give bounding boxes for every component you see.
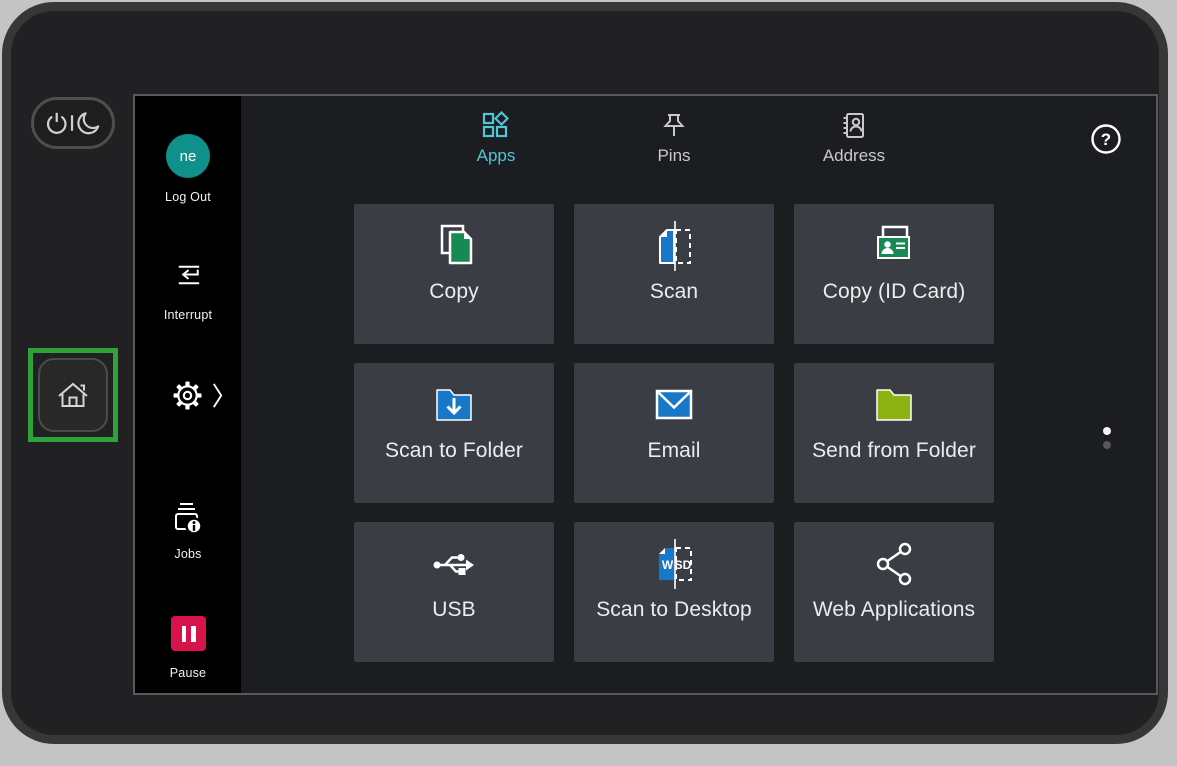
- usb-icon: [428, 538, 480, 590]
- app-tile-web-applications[interactable]: Web Applications: [794, 522, 994, 662]
- page-indicator-dot-inactive[interactable]: [1103, 441, 1111, 449]
- jobs-icon: [168, 498, 205, 535]
- envelope-icon: [648, 379, 700, 431]
- logout-label[interactable]: Log Out: [135, 190, 241, 204]
- main-panel: Apps Pins: [241, 96, 1156, 693]
- scan-page-icon: [648, 220, 700, 272]
- app-tile-label: Web Applications: [813, 598, 975, 622]
- pause-icon: [171, 616, 206, 651]
- app-tile-usb[interactable]: USB: [354, 522, 554, 662]
- tab-address[interactable]: Address: [789, 111, 919, 166]
- app-tile-scan[interactable]: Scan: [574, 204, 774, 344]
- share-network-icon: [868, 538, 920, 590]
- chevron-right-icon: [211, 381, 224, 410]
- tab-pins[interactable]: Pins: [609, 111, 739, 166]
- folder-icon: [868, 379, 920, 431]
- app-tile-label: Scan: [650, 280, 698, 304]
- app-tile-label: Scan to Desktop: [596, 598, 752, 622]
- tab-pins-label: Pins: [609, 146, 739, 166]
- jobs-label: Jobs: [135, 547, 241, 561]
- tab-apps[interactable]: Apps: [431, 111, 561, 166]
- app-tile-scan-to-desktop[interactable]: W SD Scan to Desktop: [574, 522, 774, 662]
- copy-pages-icon: [428, 220, 480, 272]
- wsd-letter-w: W: [662, 558, 674, 572]
- folder-down-arrow-icon: [428, 379, 480, 431]
- device-bezel: ne Log Out Interrupt: [2, 2, 1168, 744]
- wsd-document-icon: W SD: [648, 538, 700, 590]
- app-tile-label: USB: [432, 598, 475, 622]
- app-tile-scan-to-folder[interactable]: Scan to Folder: [354, 363, 554, 503]
- home-button-focus-highlight: [28, 348, 118, 442]
- app-tile-email[interactable]: Email: [574, 363, 774, 503]
- sidebar-item-settings[interactable]: [173, 381, 224, 410]
- power-sleep-icon: [42, 109, 104, 137]
- app-tile-label: Email: [647, 439, 700, 463]
- app-tile-copy[interactable]: Copy: [354, 204, 554, 344]
- avatar-initials: ne: [180, 148, 197, 165]
- power-sleep-button[interactable]: [31, 97, 115, 149]
- settings-gear-icon: [173, 381, 202, 410]
- pause-label: Pause: [135, 666, 241, 680]
- app-tile-label: Scan to Folder: [385, 439, 523, 463]
- sidebar-item-pause[interactable]: [171, 616, 206, 651]
- help-glyph: ?: [1101, 130, 1111, 149]
- interrupt-icon: [172, 259, 205, 292]
- sidebar-item-jobs[interactable]: [168, 498, 205, 535]
- tab-address-label: Address: [789, 146, 919, 166]
- wsd-letters-sd: SD: [675, 558, 692, 572]
- pushpin-icon: [659, 111, 689, 141]
- help-button[interactable]: ?: [1089, 122, 1123, 156]
- sidebar: ne Log Out Interrupt: [135, 96, 241, 693]
- apps-grid-icon: [481, 111, 511, 141]
- app-grid: Copy Scan: [354, 204, 994, 662]
- page-indicator-dot-active[interactable]: [1103, 427, 1111, 435]
- app-tile-send-from-folder[interactable]: Send from Folder: [794, 363, 994, 503]
- help-icon: ?: [1089, 122, 1123, 156]
- sidebar-item-interrupt[interactable]: [172, 259, 205, 292]
- address-book-icon: [839, 111, 869, 141]
- home-button[interactable]: [38, 358, 108, 432]
- user-avatar[interactable]: ne: [166, 134, 210, 178]
- app-tile-copy-id-card[interactable]: Copy (ID Card): [794, 204, 994, 344]
- tab-apps-label: Apps: [431, 146, 561, 166]
- touchscreen: ne Log Out Interrupt: [133, 94, 1158, 695]
- interrupt-label: Interrupt: [135, 308, 241, 322]
- home-icon: [54, 376, 92, 414]
- app-tile-label: Copy (ID Card): [823, 280, 966, 304]
- app-tile-label: Send from Folder: [812, 439, 976, 463]
- app-tile-label: Copy: [429, 280, 478, 304]
- id-card-icon: [868, 220, 920, 272]
